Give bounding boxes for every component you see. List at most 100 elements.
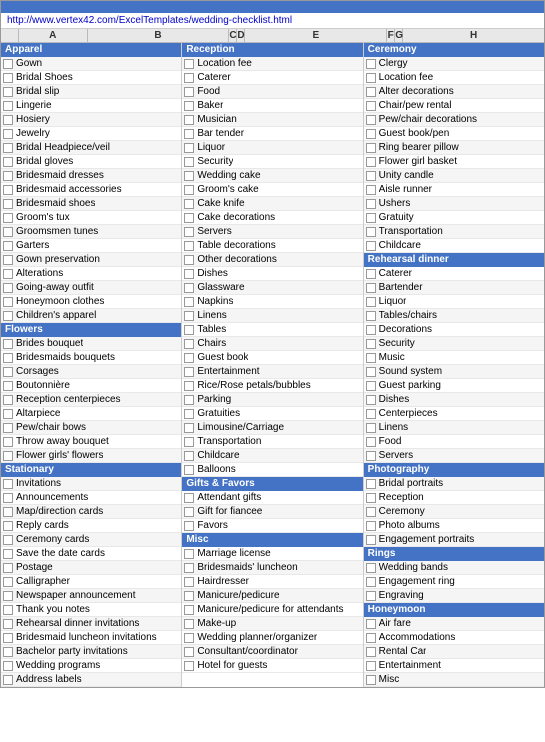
checkbox[interactable] xyxy=(366,535,376,545)
checkbox[interactable] xyxy=(366,423,376,433)
checkbox[interactable] xyxy=(366,129,376,139)
checkbox[interactable] xyxy=(184,353,194,363)
checkbox[interactable] xyxy=(3,535,13,545)
checkbox[interactable] xyxy=(366,59,376,69)
checkbox[interactable] xyxy=(3,563,13,573)
checkbox[interactable] xyxy=(184,367,194,377)
checkbox[interactable] xyxy=(3,73,13,83)
url-link[interactable]: http://www.vertex42.com/ExcelTemplates/w… xyxy=(7,15,292,26)
checkbox[interactable] xyxy=(3,311,13,321)
checkbox[interactable] xyxy=(366,591,376,601)
checkbox[interactable] xyxy=(184,241,194,251)
checkbox[interactable] xyxy=(366,493,376,503)
checkbox[interactable] xyxy=(184,381,194,391)
checkbox[interactable] xyxy=(366,171,376,181)
checkbox[interactable] xyxy=(366,297,376,307)
checkbox[interactable] xyxy=(184,115,194,125)
checkbox[interactable] xyxy=(366,115,376,125)
checkbox[interactable] xyxy=(3,283,13,293)
checkbox[interactable] xyxy=(366,269,376,279)
checkbox[interactable] xyxy=(184,87,194,97)
checkbox[interactable] xyxy=(366,339,376,349)
checkbox[interactable] xyxy=(3,521,13,531)
checkbox[interactable] xyxy=(366,185,376,195)
checkbox[interactable] xyxy=(3,199,13,209)
checkbox[interactable] xyxy=(3,171,13,181)
checkbox[interactable] xyxy=(184,171,194,181)
checkbox[interactable] xyxy=(3,437,13,447)
checkbox[interactable] xyxy=(184,395,194,405)
checkbox[interactable] xyxy=(184,633,194,643)
checkbox[interactable] xyxy=(184,549,194,559)
checkbox[interactable] xyxy=(184,605,194,615)
checkbox[interactable] xyxy=(3,241,13,251)
checkbox[interactable] xyxy=(3,157,13,167)
checkbox[interactable] xyxy=(3,549,13,559)
checkbox[interactable] xyxy=(3,255,13,265)
checkbox[interactable] xyxy=(366,157,376,167)
checkbox[interactable] xyxy=(3,129,13,139)
checkbox[interactable] xyxy=(3,297,13,307)
checkbox[interactable] xyxy=(3,395,13,405)
checkbox[interactable] xyxy=(366,507,376,517)
checkbox[interactable] xyxy=(184,619,194,629)
checkbox[interactable] xyxy=(3,213,13,223)
checkbox[interactable] xyxy=(3,619,13,629)
checkbox[interactable] xyxy=(366,661,376,671)
checkbox[interactable] xyxy=(366,325,376,335)
checkbox[interactable] xyxy=(366,451,376,461)
checkbox[interactable] xyxy=(184,101,194,111)
checkbox[interactable] xyxy=(184,129,194,139)
checkbox[interactable] xyxy=(3,591,13,601)
checkbox[interactable] xyxy=(366,73,376,83)
checkbox[interactable] xyxy=(366,101,376,111)
checkbox[interactable] xyxy=(366,563,376,573)
checkbox[interactable] xyxy=(366,241,376,251)
checkbox[interactable] xyxy=(366,619,376,629)
checkbox[interactable] xyxy=(184,493,194,503)
checkbox[interactable] xyxy=(3,185,13,195)
checkbox[interactable] xyxy=(366,409,376,419)
checkbox[interactable] xyxy=(184,591,194,601)
checkbox[interactable] xyxy=(366,647,376,657)
checkbox[interactable] xyxy=(3,493,13,503)
checkbox[interactable] xyxy=(3,101,13,111)
checkbox[interactable] xyxy=(366,353,376,363)
checkbox[interactable] xyxy=(3,59,13,69)
checkbox[interactable] xyxy=(366,213,376,223)
checkbox[interactable] xyxy=(184,185,194,195)
checkbox[interactable] xyxy=(3,367,13,377)
checkbox[interactable] xyxy=(366,143,376,153)
checkbox[interactable] xyxy=(184,577,194,587)
checkbox[interactable] xyxy=(366,87,376,97)
checkbox[interactable] xyxy=(184,339,194,349)
checkbox[interactable] xyxy=(3,87,13,97)
checkbox[interactable] xyxy=(3,577,13,587)
checkbox[interactable] xyxy=(366,311,376,321)
checkbox[interactable] xyxy=(184,297,194,307)
checkbox[interactable] xyxy=(184,661,194,671)
checkbox[interactable] xyxy=(184,409,194,419)
checkbox[interactable] xyxy=(184,227,194,237)
checkbox[interactable] xyxy=(366,521,376,531)
checkbox[interactable] xyxy=(184,563,194,573)
checkbox[interactable] xyxy=(184,269,194,279)
checkbox[interactable] xyxy=(3,339,13,349)
checkbox[interactable] xyxy=(184,437,194,447)
checkbox[interactable] xyxy=(3,115,13,125)
checkbox[interactable] xyxy=(3,451,13,461)
checkbox[interactable] xyxy=(3,269,13,279)
checkbox[interactable] xyxy=(3,381,13,391)
checkbox[interactable] xyxy=(3,479,13,489)
checkbox[interactable] xyxy=(366,395,376,405)
checkbox[interactable] xyxy=(3,353,13,363)
checkbox[interactable] xyxy=(366,577,376,587)
checkbox[interactable] xyxy=(184,157,194,167)
checkbox[interactable] xyxy=(184,283,194,293)
checkbox[interactable] xyxy=(184,143,194,153)
checkbox[interactable] xyxy=(3,633,13,643)
checkbox[interactable] xyxy=(3,227,13,237)
checkbox[interactable] xyxy=(184,311,194,321)
checkbox[interactable] xyxy=(366,199,376,209)
checkbox[interactable] xyxy=(184,507,194,517)
